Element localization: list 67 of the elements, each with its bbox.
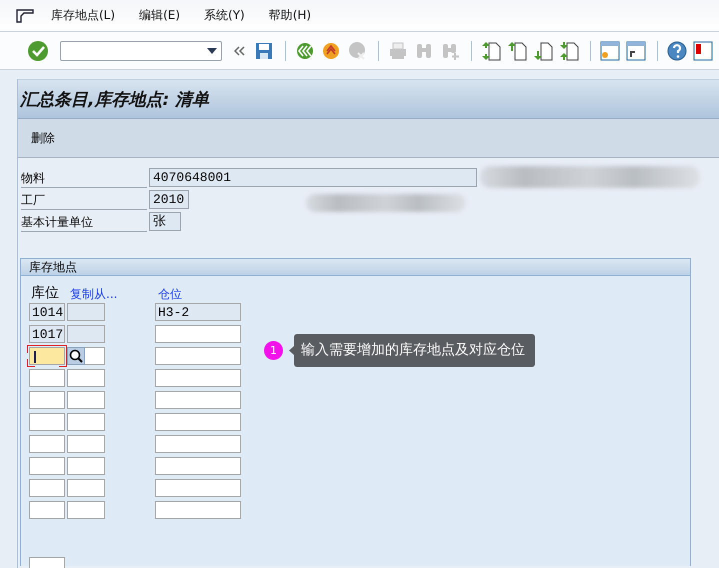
input-field[interactable]	[67, 501, 105, 519]
input-field[interactable]	[29, 479, 65, 497]
input-field[interactable]	[155, 369, 241, 387]
text-cursor	[34, 351, 36, 363]
input-field[interactable]	[29, 391, 65, 409]
input-field[interactable]	[67, 413, 105, 431]
input-field[interactable]: 张	[149, 212, 181, 231]
input-field[interactable]	[155, 391, 241, 409]
back-icon[interactable]	[295, 40, 315, 60]
menu-item[interactable]: 系统(Y)	[204, 7, 245, 24]
input-field[interactable]	[155, 479, 241, 497]
field-label: 基本计量单位	[21, 212, 147, 232]
tooltip-pointer	[289, 346, 294, 355]
menu-item[interactable]: 编辑(E)	[139, 7, 180, 24]
input-field[interactable]	[155, 435, 241, 453]
menu-icon[interactable]	[15, 8, 35, 24]
new-window-icon[interactable]	[600, 40, 620, 60]
search-icon	[68, 348, 84, 364]
input-field[interactable]	[67, 391, 105, 409]
window-icon[interactable]	[693, 40, 713, 60]
first-page-icon[interactable]	[481, 40, 501, 60]
input-field[interactable]	[67, 325, 105, 343]
tooltip: 输入需要增加的库存地点及对应仓位	[294, 334, 535, 367]
input-field[interactable]	[67, 479, 105, 497]
enter-icon[interactable]	[27, 40, 49, 62]
command-field[interactable]	[60, 40, 222, 60]
field-label: 工厂	[21, 190, 147, 210]
input-field[interactable]	[29, 413, 65, 431]
collapse-icon[interactable]	[234, 46, 246, 56]
input-field[interactable]	[67, 435, 105, 453]
column-header: 库位	[31, 286, 60, 303]
input-field[interactable]: 2010	[149, 190, 189, 209]
previous-page-icon[interactable]	[507, 40, 527, 60]
input-field[interactable]	[155, 501, 241, 519]
input-field[interactable]	[29, 435, 65, 453]
next-page-icon[interactable]	[533, 40, 553, 60]
input-field[interactable]: H3-2	[155, 303, 241, 321]
dropdown-icon[interactable]	[207, 48, 217, 54]
input-field[interactable]	[29, 369, 65, 387]
menu-item[interactable]: 帮助(H)	[268, 7, 312, 24]
input-field[interactable]: 1014	[29, 303, 65, 321]
input-field[interactable]	[67, 303, 105, 321]
last-page-icon[interactable]	[559, 40, 579, 60]
input-field[interactable]	[29, 457, 65, 475]
input-field[interactable]	[29, 501, 65, 519]
input-field[interactable]	[67, 457, 105, 475]
input-field[interactable]	[155, 325, 241, 343]
input-field[interactable]	[155, 457, 241, 475]
delete-button[interactable]: 删除	[31, 130, 55, 146]
field-label: 物料	[21, 168, 147, 188]
exit-icon[interactable]	[321, 40, 341, 60]
screen-title: 汇总条目,库存地点: 清单	[20, 88, 210, 110]
column-link[interactable]: 仓位	[158, 286, 690, 303]
input-field[interactable]	[155, 347, 241, 365]
input-field[interactable]: 1017	[29, 325, 65, 343]
help-icon[interactable]	[667, 40, 687, 60]
search-help-button[interactable]	[67, 347, 85, 365]
input-field[interactable]	[85, 347, 105, 365]
input-field[interactable]	[155, 413, 241, 431]
input-field[interactable]	[29, 347, 65, 365]
group-title: 库存地点	[21, 259, 690, 276]
column-link[interactable]: 复制从...	[70, 286, 158, 303]
input-field[interactable]	[67, 369, 105, 387]
save-icon[interactable]	[254, 40, 274, 60]
menu-item[interactable]: 库存地点(L)	[51, 7, 116, 24]
shortcut-icon[interactable]	[626, 40, 646, 60]
input-field[interactable]: 4070648001	[149, 168, 477, 187]
